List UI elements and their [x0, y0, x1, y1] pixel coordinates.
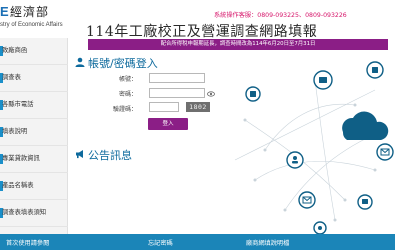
notice-banner: 配合所得稅申報期延長，調查時間改為114年6月20日至7月31日: [88, 39, 388, 50]
sidebar-item-label: 調查表: [2, 74, 21, 81]
ministry-logo: E 經濟部 stry of Economic Affairs: [0, 0, 70, 38]
online-fill-guide-link[interactable]: 廠商網填說明檔: [246, 238, 289, 247]
first-use-guide-link[interactable]: 首次使用請參閱: [6, 238, 49, 247]
password-input[interactable]: [149, 88, 205, 98]
account-label: 帳號：: [118, 76, 137, 83]
sidebar-item-survey-notes[interactable]: 調查表填表須知: [0, 200, 68, 227]
sidebar-item-label: 各縣市電話: [2, 101, 34, 108]
account-input[interactable]: [149, 73, 205, 83]
password-label: 密碼：: [118, 91, 137, 98]
logo-name: 經濟部: [10, 5, 50, 19]
sidebar-item-product-names[interactable]: 產品名稱表: [0, 173, 68, 200]
logo-subtitle: stry of Economic Affairs: [0, 22, 63, 28]
login-section-title: 帳號/密碼登入: [88, 57, 158, 70]
sidebar-item-letter[interactable]: 致廠商函: [0, 38, 68, 65]
page-title: 114年工廠校正及營運調查網路填報: [86, 24, 318, 40]
login-button[interactable]: 登入: [148, 118, 188, 130]
cloud-network-illustration: [234, 61, 394, 234]
forgot-password-link[interactable]: 忘記密碼: [148, 238, 173, 247]
eye-icon[interactable]: [207, 90, 215, 98]
sidebar-item-label: 產品名稱表: [2, 182, 34, 189]
sidebar-item-county-phones[interactable]: 各縣市電話: [0, 92, 68, 119]
sidebar-item-label: 專業貸款資訊: [2, 155, 40, 162]
captcha-image[interactable]: 1802: [186, 102, 210, 112]
announcements-title: 公告訊息: [88, 149, 132, 162]
captcha-input[interactable]: [149, 102, 179, 112]
logo-mark: E: [0, 4, 9, 19]
sidebar-item-label: 調查表填表須知: [2, 209, 47, 216]
captcha-label: 驗證碼：: [112, 106, 137, 113]
sidebar-item-loan-info[interactable]: 專業貸款資訊: [0, 146, 68, 173]
user-icon: [75, 57, 85, 67]
cloud-icon: [342, 111, 389, 140]
bottom-link-bar: 首次使用請參閱 忘記密碼 廠商網填說明檔: [0, 234, 395, 250]
sidebar-item-label: 致廠商函: [2, 47, 28, 54]
sidebar-item-label: 填表說明: [2, 128, 28, 135]
sidebar: 致廠商函 調查表 各縣市電話 填表說明 專業貸款資訊 產品名稱表 調查表填表須知: [0, 38, 68, 234]
sidebar-item-survey-form[interactable]: 調查表: [0, 65, 68, 92]
sidebar-item-fill-instructions[interactable]: 填表說明: [0, 119, 68, 146]
customer-service-hotline: 系統操作客服：0809-093225、0809-093226: [214, 12, 347, 19]
megaphone-icon: [76, 150, 83, 159]
